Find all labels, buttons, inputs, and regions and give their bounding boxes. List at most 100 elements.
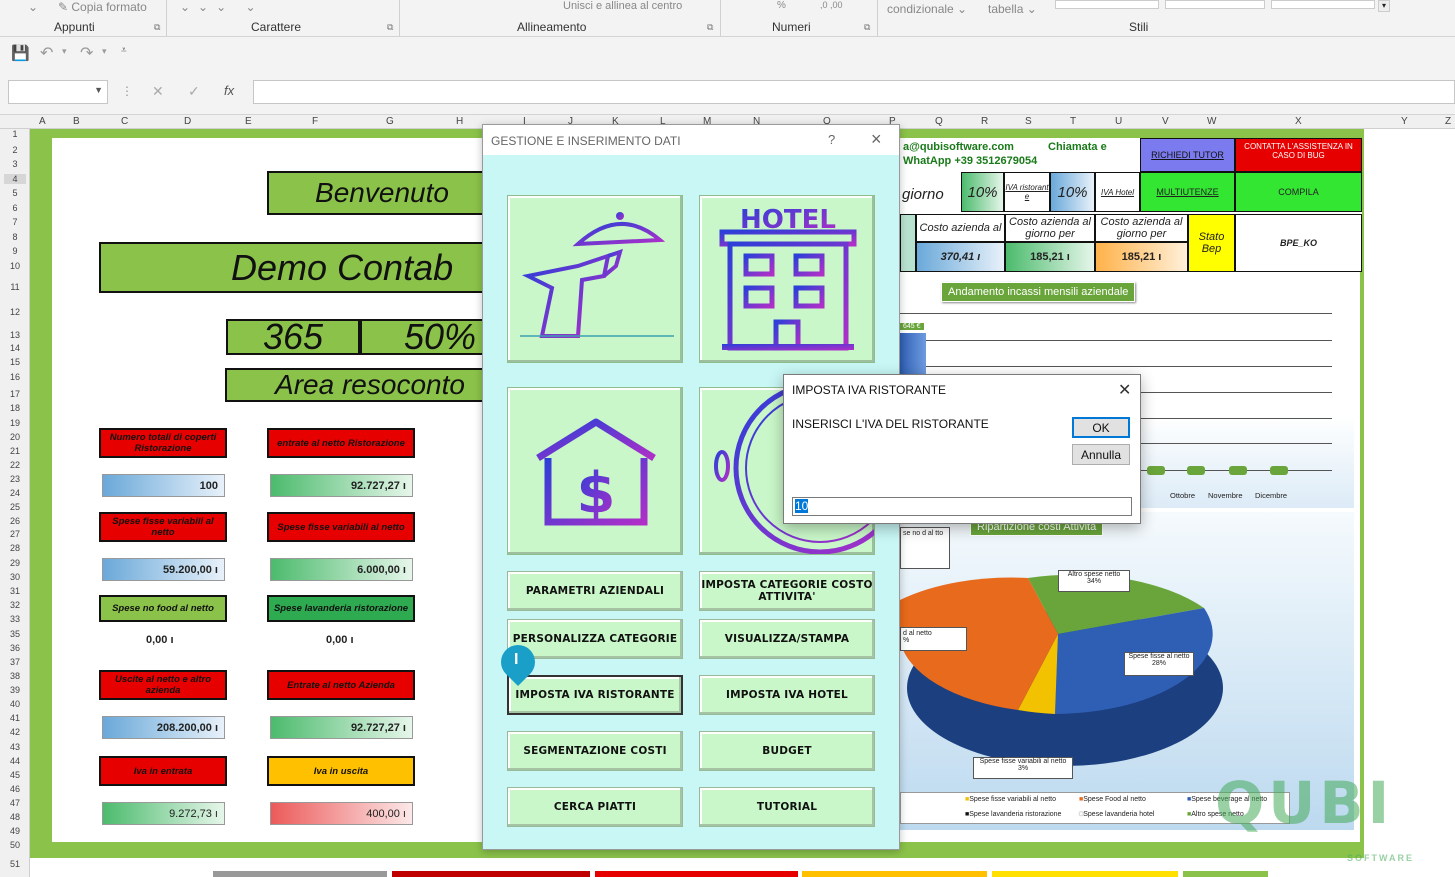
row-header[interactable]: 46 bbox=[4, 784, 26, 794]
value-outgoing[interactable]: 208.200,00 ı bbox=[102, 716, 225, 739]
style-swatch[interactable] bbox=[1165, 0, 1265, 9]
row-header[interactable]: 37 bbox=[4, 657, 26, 667]
contact-email[interactable]: a@qubisoftware.com bbox=[903, 141, 1014, 153]
dropdown-icon[interactable]: ⌄ bbox=[28, 0, 38, 14]
customize-categories-button[interactable]: PERSONALIZZA CATEGORIE bbox=[507, 619, 683, 659]
value-laundry[interactable]: 0,00 ı bbox=[326, 634, 354, 646]
set-restaurant-vat-button[interactable]: IMPOSTA IVA RISTORANTE bbox=[507, 675, 683, 715]
row-header[interactable]: 11 bbox=[4, 282, 26, 292]
row-header[interactable]: 41 bbox=[4, 713, 26, 723]
row-header[interactable]: 49 bbox=[4, 826, 26, 836]
row-header[interactable]: 8 bbox=[4, 232, 26, 242]
col-header[interactable]: Y bbox=[1401, 116, 1408, 127]
iva-1[interactable]: 10% bbox=[961, 172, 1004, 212]
save-icon[interactable]: 💾 bbox=[11, 44, 30, 62]
value-cost-2[interactable]: 185,21 ı bbox=[1005, 242, 1095, 272]
sheet-tab[interactable] bbox=[595, 871, 798, 877]
col-header[interactable]: B bbox=[73, 116, 80, 127]
cancel-button[interactable]: Annulla bbox=[1072, 444, 1130, 465]
contact-whatsapp[interactable]: WhatApp +39 3512679054 bbox=[903, 155, 1037, 167]
row-header[interactable]: 44 bbox=[4, 756, 26, 766]
cost-segmentation-button[interactable]: SEGMENTAZIONE COSTI bbox=[507, 731, 683, 771]
dialog-launcher-icon[interactable]: ⧉ bbox=[154, 22, 160, 33]
row-header[interactable]: 31 bbox=[4, 586, 26, 596]
row-header[interactable]: 51 bbox=[4, 859, 26, 869]
row-header[interactable]: 16 bbox=[4, 372, 26, 382]
row-header[interactable]: 43 bbox=[4, 742, 26, 752]
request-tutor-button[interactable]: RICHIEDI TUTOR bbox=[1140, 138, 1235, 172]
col-header[interactable]: D bbox=[184, 116, 191, 127]
row-header[interactable]: 22 bbox=[4, 460, 26, 470]
restaurant-tile[interactable] bbox=[507, 195, 683, 363]
row-header[interactable]: 9 bbox=[4, 246, 26, 256]
value-vat-in[interactable]: 9.272,73 ı bbox=[102, 802, 225, 825]
dialog-launcher-icon[interactable]: ⧉ bbox=[707, 22, 713, 33]
row-header[interactable]: 47 bbox=[4, 798, 26, 808]
row-header[interactable]: 35 bbox=[4, 629, 26, 639]
row-header[interactable]: 26 bbox=[4, 516, 26, 526]
multiuser-button[interactable]: MULTIUTENZE bbox=[1140, 172, 1235, 212]
style-swatch[interactable] bbox=[1271, 0, 1375, 9]
copy-format-button[interactable]: ✎ Copia formato bbox=[58, 0, 147, 14]
col-header[interactable]: E bbox=[245, 116, 252, 127]
row-header[interactable]: 15 bbox=[4, 357, 26, 367]
percent-button[interactable]: % bbox=[777, 0, 786, 11]
iva-hotel-link[interactable]: IVA Hotel bbox=[1095, 172, 1140, 212]
col-header[interactable]: V bbox=[1162, 116, 1169, 127]
sheet-tab[interactable] bbox=[992, 871, 1178, 877]
merge-center-button[interactable]: Unisci e allinea al centro bbox=[563, 0, 682, 12]
col-header[interactable]: W bbox=[1207, 116, 1216, 127]
value-company-income[interactable]: 92.727,27 ı bbox=[270, 716, 413, 739]
row-header[interactable]: 38 bbox=[4, 671, 26, 681]
col-header[interactable]: H bbox=[456, 116, 463, 127]
col-header[interactable]: T bbox=[1070, 116, 1076, 127]
row-header[interactable]: 5 bbox=[4, 188, 26, 198]
undo-dropdown-icon[interactable]: ▾ bbox=[62, 46, 67, 57]
redo-icon[interactable]: ↷ bbox=[80, 43, 93, 63]
ok-button[interactable]: OK bbox=[1072, 417, 1130, 438]
value-fixed-costs-2[interactable]: 6.000,00 ı bbox=[270, 558, 413, 581]
customize-qat-icon[interactable]: ⩡ bbox=[121, 45, 127, 56]
set-cost-categories-button[interactable]: IMPOSTA CATEGORIE COSTO ATTIVITA' bbox=[699, 571, 875, 611]
font-tools[interactable]: ⌄⌄⌄ ⌄ bbox=[180, 0, 264, 14]
row-header[interactable]: 2 bbox=[4, 145, 26, 155]
iva-2[interactable]: 10% bbox=[1050, 172, 1095, 212]
sheet-tab[interactable] bbox=[213, 871, 387, 877]
search-dishes-button[interactable]: CERCA PIATTI bbox=[507, 787, 683, 827]
redo-dropdown-icon[interactable]: ▾ bbox=[102, 46, 107, 57]
row-header[interactable]: 20 bbox=[4, 432, 26, 442]
row-header[interactable]: 48 bbox=[4, 812, 26, 822]
company-params-button[interactable]: PARAMETRI AZIENDALI bbox=[507, 571, 683, 611]
col-header[interactable]: G bbox=[386, 116, 394, 127]
vat-input[interactable]: 10 bbox=[792, 497, 1132, 516]
view-print-button[interactable]: VISUALIZZA/STAMPA bbox=[699, 619, 875, 659]
formula-input[interactable] bbox=[253, 80, 1455, 104]
row-header[interactable]: 50 bbox=[4, 840, 26, 850]
row-header[interactable]: 25 bbox=[4, 502, 26, 512]
col-header[interactable]: Q bbox=[935, 116, 943, 127]
row-header[interactable]: 3 bbox=[4, 159, 26, 169]
budget-button[interactable]: BUDGET bbox=[699, 731, 875, 771]
iva-restaurant-link[interactable]: IVA ristorant e bbox=[1004, 172, 1050, 212]
row-header[interactable]: 4 bbox=[4, 174, 26, 184]
sheet-tab[interactable] bbox=[392, 871, 590, 877]
row-header[interactable]: 17 bbox=[4, 389, 26, 399]
value-cost-3[interactable]: 185,21 ı bbox=[1095, 242, 1188, 272]
value-no-food[interactable]: 0,00 ı bbox=[146, 634, 174, 646]
dialog-launcher-icon[interactable]: ⧉ bbox=[864, 22, 870, 33]
style-swatch[interactable] bbox=[1055, 0, 1159, 9]
row-header[interactable]: 28 bbox=[4, 543, 26, 553]
dialog-launcher-icon[interactable]: ⧉ bbox=[387, 22, 393, 33]
confirm-icon[interactable]: ✓ bbox=[188, 83, 200, 100]
col-header[interactable]: X bbox=[1295, 116, 1302, 127]
col-header[interactable]: F bbox=[312, 116, 318, 127]
row-header[interactable]: 42 bbox=[4, 727, 26, 737]
col-header[interactable]: U bbox=[1115, 116, 1122, 127]
value-fixed-costs[interactable]: 59.200,00 ı bbox=[102, 558, 225, 581]
value-vat-out[interactable]: 400,00 ı bbox=[270, 802, 413, 825]
finance-tile[interactable]: $ bbox=[507, 387, 683, 555]
undo-icon[interactable]: ↶ bbox=[40, 43, 53, 63]
conditional-format-button[interactable]: condizionale ⌄ bbox=[887, 2, 967, 16]
row-header[interactable]: 32 bbox=[4, 600, 26, 610]
styles-scroll-button[interactable]: ▾ bbox=[1378, 0, 1390, 12]
